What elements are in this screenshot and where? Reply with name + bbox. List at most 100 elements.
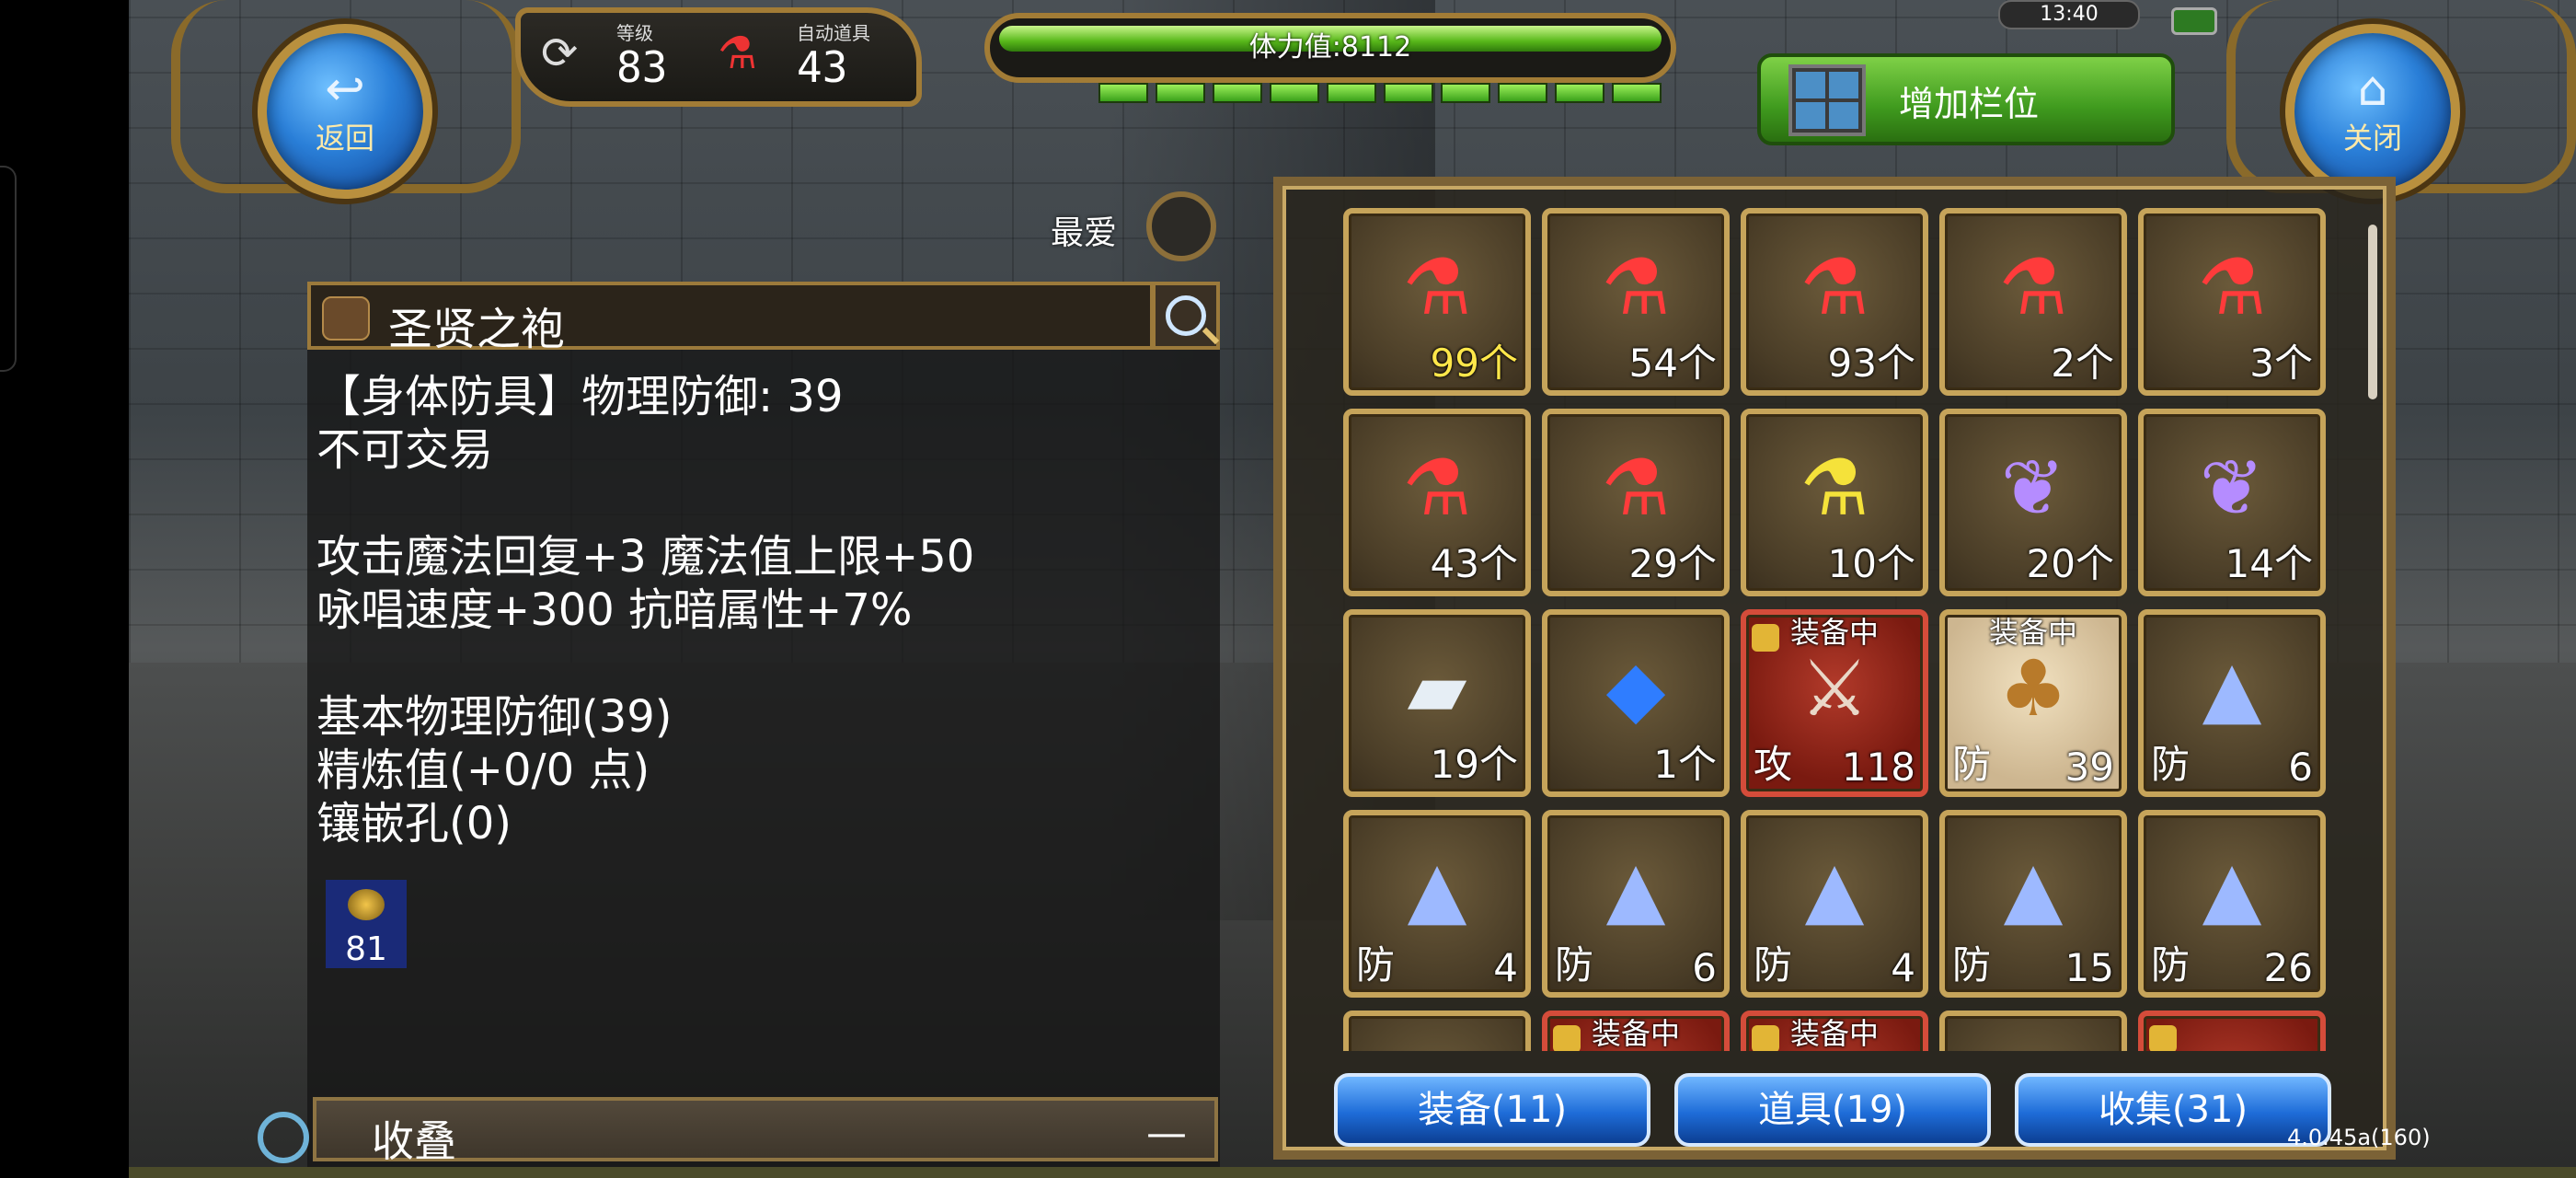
inventory-slot[interactable]: ▲ 防 4: [1741, 810, 1928, 998]
red-potion-icon: ⚗: [2197, 242, 2267, 332]
equipped-badge: 装备中: [1591, 1016, 1680, 1051]
item-count: 10个: [1827, 541, 1915, 586]
inventory-slot[interactable]: ❦ 14个: [2138, 409, 2326, 596]
item-type: 防: [1356, 942, 1396, 987]
wizard-hat-icon: ▲: [1605, 844, 1666, 934]
item-type: 防: [1555, 942, 1594, 987]
item-count: 26: [2263, 945, 2313, 990]
equipped-badge: 装备中: [1789, 615, 1879, 650]
tab-collection[interactable]: 收集(31): [2015, 1073, 2331, 1147]
inventory-slot[interactable]: ⚗ 54个: [1542, 208, 1730, 396]
segment: [1498, 83, 1547, 103]
inventory-slot[interactable]: ⚗ 99个: [1343, 208, 1531, 396]
equipped-badge: 装备中: [1789, 1016, 1879, 1051]
device-left-bezel: [0, 0, 129, 1178]
red-potion-icon: ⚗: [1800, 242, 1869, 332]
inventory-slot[interactable]: ◆ 1个: [1542, 609, 1730, 797]
auto-item-value: 43: [797, 42, 848, 92]
magnifier-icon: [1166, 295, 1206, 336]
gem-badge[interactable]: 81: [326, 880, 407, 968]
segment: [1612, 83, 1662, 103]
search-button[interactable]: [1152, 282, 1220, 350]
back-label: 返回: [315, 121, 374, 156]
stamina-segments: [1098, 83, 1662, 103]
inventory-slot[interactable]: ⚗ 10个: [1741, 409, 1928, 596]
minus-icon: —: [1146, 1110, 1187, 1157]
item-count: 4: [1493, 945, 1518, 990]
bottom-border: [129, 1167, 2576, 1178]
lock-icon: [2149, 1025, 2177, 1051]
item-count: 118: [1841, 745, 1915, 790]
inventory-slot[interactable]: ▲ 防 6: [2138, 609, 2326, 797]
stamina-text: 体力值:8112: [1248, 31, 1412, 64]
item-type: 防: [2151, 942, 2191, 987]
segment: [1213, 83, 1262, 103]
add-slot-button[interactable]: 增加栏位: [1757, 53, 2175, 145]
tab-equipment[interactable]: 装备(11): [1334, 1073, 1650, 1147]
wizard-hat-icon: ▲: [1804, 844, 1865, 934]
item-count: 6: [2288, 745, 2313, 790]
wizard-hat-icon: ▲: [1407, 844, 1467, 934]
segment: [1441, 83, 1490, 103]
segment: [1555, 83, 1604, 103]
inventory-tabs: 装备(11) 道具(19) 收集(31): [1334, 1073, 2331, 1147]
blue-crystal-icon: ◆: [1605, 643, 1666, 733]
red-potion-icon: ⚗: [1402, 242, 1472, 332]
inventory-slot[interactable]: 装备中: [1741, 1011, 1928, 1051]
inventory-slot[interactable]: ⚔ 装备中攻 118: [1741, 609, 1928, 797]
collapse-label: 收叠: [372, 1116, 456, 1166]
camera-notch: [0, 166, 17, 372]
item-type: 攻: [1754, 742, 1793, 787]
potion-icon: ⚗: [718, 28, 758, 79]
red-potion-icon: ⚗: [1601, 242, 1671, 332]
inventory-slot[interactable]: ▲ 防 26: [2138, 810, 2326, 998]
inventory-slot[interactable]: ♣ 装备中防 39: [1939, 609, 2127, 797]
segment: [1327, 83, 1376, 103]
item-count: 4: [1891, 945, 1915, 990]
inventory-slot[interactable]: 装备中: [1542, 1011, 1730, 1051]
inventory-slot[interactable]: ⚗ 3个: [2138, 208, 2326, 396]
settings-ring-icon[interactable]: [258, 1112, 309, 1163]
wizard-hat-icon: ▲: [2202, 643, 2262, 733]
battery-icon: [2171, 7, 2217, 35]
inventory-slot[interactable]: ▲ 防 4: [1343, 810, 1531, 998]
version-text: 4.0.45a(160): [2287, 1125, 2431, 1150]
inventory-slot[interactable]: ▲ 防 6: [1542, 810, 1730, 998]
item-count: 99个: [1430, 341, 1518, 386]
desc-line: [316, 637, 974, 690]
red-potion-icon: ⚗: [1402, 443, 1472, 533]
collapse-bar[interactable]: 收叠 —: [313, 1097, 1218, 1166]
segment: [1384, 83, 1433, 103]
inventory-slot[interactable]: ⚗ 2个: [1939, 208, 2127, 396]
inventory-slot[interactable]: ❦ 20个: [1939, 409, 2127, 596]
inventory-slot[interactable]: [1343, 1011, 1531, 1051]
desc-line: 镶嵌孔(0): [316, 798, 512, 849]
item-type: 防: [1952, 742, 1992, 787]
item-count: 20个: [2026, 541, 2114, 586]
favorite-toggle[interactable]: [1146, 191, 1216, 261]
close-button[interactable]: ⌂ 关闭: [2285, 24, 2460, 199]
metal-ingot-icon: ▰: [1407, 643, 1467, 733]
inventory-slot[interactable]: ⚗ 43个: [1343, 409, 1531, 596]
inventory-slot[interactable]: [1939, 1011, 2127, 1051]
desc-line: 不可交易: [316, 424, 494, 476]
game-screen: ↩ 返回 ⟳ 等级 83 ⚗ 自动道具 43 体力值:8112 增加栏位 13:…: [0, 0, 2576, 1178]
inventory-scrollbar[interactable]: [2368, 225, 2377, 399]
tab-items[interactable]: 道具(19): [1674, 1073, 1991, 1147]
stamina-bar: 体力值:8112: [984, 13, 1676, 83]
item-type: 防: [2151, 742, 2191, 787]
inventory-slot[interactable]: ⚗ 93个: [1741, 208, 1928, 396]
red-potion-icon: ⚗: [1998, 242, 2068, 332]
item-count: 39: [2064, 745, 2114, 790]
inventory-slot[interactable]: [2138, 1011, 2326, 1051]
inventory-grid: ⚗ 99个 ⚗ 54个 ⚗ 93个 ⚗ 2个 ⚗ 3个 ⚗ 43个 ⚗ 29个 ⚗ 10个 ❦ 20个 ❦ 14个 ▰ 1…: [1343, 208, 2337, 1051]
auto-item-caption: 自动道具: [797, 22, 870, 44]
inventory-slot[interactable]: ▲ 防 15: [1939, 810, 2127, 998]
segment: [1156, 83, 1205, 103]
item-count: 1个: [1653, 742, 1717, 787]
back-button[interactable]: ↩ 返回: [258, 24, 432, 199]
inventory-slot[interactable]: ⚗ 29个: [1542, 409, 1730, 596]
item-count: 93个: [1827, 341, 1915, 386]
inventory-slot[interactable]: ▰ 19个: [1343, 609, 1531, 797]
desc-line: 【身体防具】物理防御: 39: [316, 371, 844, 422]
